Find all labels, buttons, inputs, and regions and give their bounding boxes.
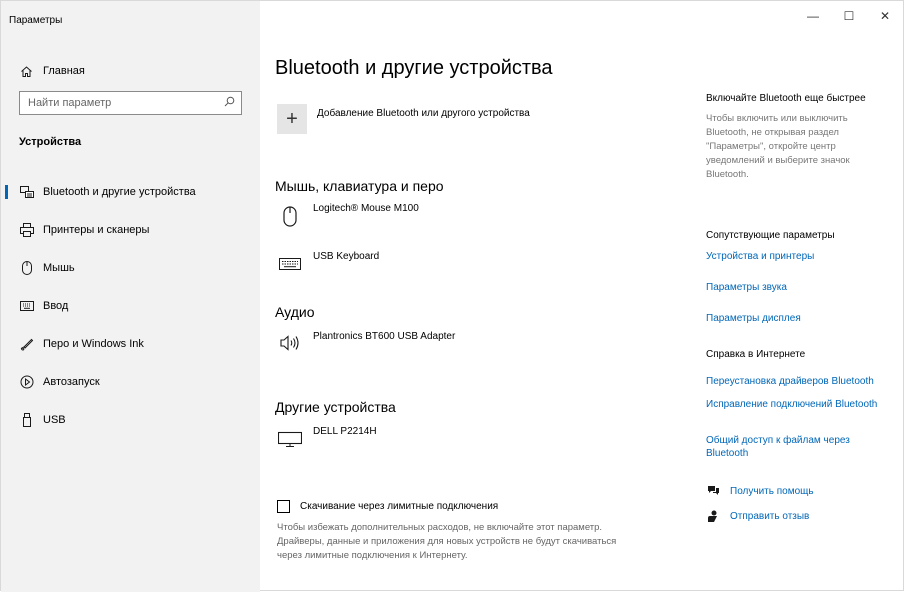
link-display-settings[interactable]: Параметры дисплея bbox=[706, 312, 894, 325]
link-fix-bt-connections[interactable]: Исправление подключений Bluetooth bbox=[706, 398, 894, 411]
sidebar-item-label: Перо и Windows Ink bbox=[43, 338, 144, 350]
device-name: Plantronics BT600 USB Adapter bbox=[313, 331, 456, 342]
send-feedback-link[interactable]: Отправить отзыв bbox=[706, 509, 809, 523]
feedback-icon bbox=[706, 509, 720, 523]
sidebar-item-mouse[interactable]: Мышь bbox=[1, 249, 260, 287]
web-help-title: Справка в Интернете bbox=[706, 349, 806, 360]
page-title: Bluetooth и другие устройства bbox=[275, 57, 553, 79]
related-settings-title: Сопутствующие параметры bbox=[706, 230, 835, 241]
add-device-button[interactable]: + Добавление Bluetooth или другого устро… bbox=[277, 104, 530, 134]
get-help-label: Получить помощь bbox=[730, 485, 814, 497]
link-reinstall-bt-drivers[interactable]: Переустановка драйверов Bluetooth bbox=[706, 375, 894, 388]
device-name: Logitech® Mouse M100 bbox=[313, 203, 419, 214]
sidebar-item-printers[interactable]: Принтеры и сканеры bbox=[1, 211, 260, 249]
sidebar-item-usb[interactable]: USB bbox=[1, 401, 260, 439]
sidebar-item-bluetooth[interactable]: Bluetooth и другие устройства bbox=[1, 173, 260, 211]
link-share-files-bt[interactable]: Общий доступ к файлам через Bluetooth bbox=[706, 434, 894, 460]
plus-icon: + bbox=[277, 104, 307, 134]
metered-description: Чтобы избежать дополнительных расходов, … bbox=[277, 522, 617, 561]
bluetooth-devices-icon bbox=[19, 184, 35, 200]
device-item[interactable]: DELL P2214H bbox=[278, 426, 377, 454]
sidebar-item-label: Ввод bbox=[43, 300, 69, 312]
chat-help-icon bbox=[706, 484, 720, 498]
link-sound-settings[interactable]: Параметры звука bbox=[706, 281, 894, 294]
usb-icon bbox=[19, 412, 35, 428]
search-input[interactable] bbox=[28, 97, 224, 109]
mouse-icon bbox=[278, 203, 302, 231]
app-title: Параметры bbox=[9, 15, 63, 26]
settings-window: Параметры Главная Устройства Bluetooth и… bbox=[0, 0, 904, 592]
search-icon[interactable] bbox=[224, 94, 235, 112]
mouse-icon bbox=[19, 260, 35, 276]
close-button[interactable]: ✕ bbox=[867, 1, 903, 31]
device-item[interactable]: USB Keyboard bbox=[278, 251, 379, 279]
sidebar-item-label: Мышь bbox=[43, 262, 75, 274]
checkbox[interactable] bbox=[277, 500, 290, 513]
sidebar-item-input[interactable]: Ввод bbox=[1, 287, 260, 325]
speaker-icon bbox=[278, 331, 302, 359]
window-controls: — ☐ ✕ bbox=[795, 1, 903, 31]
device-name: USB Keyboard bbox=[313, 251, 380, 262]
sidebar-item-label: USB bbox=[43, 414, 66, 426]
sidebar-item-autoplay[interactable]: Автозапуск bbox=[1, 363, 260, 401]
metered-label: Скачивание через лимитные подключения bbox=[300, 501, 499, 512]
group-title-input-devices: Мышь, клавиатура и перо bbox=[275, 178, 444, 194]
sidebar: Параметры Главная Устройства Bluetooth и… bbox=[1, 1, 260, 592]
autoplay-icon bbox=[19, 374, 35, 390]
metered-download-checkbox[interactable]: Скачивание через лимитные подключения bbox=[277, 500, 498, 513]
link-devices-printers[interactable]: Устройства и принтеры bbox=[706, 250, 894, 263]
device-item[interactable]: Plantronics BT600 USB Adapter bbox=[278, 331, 455, 359]
keyboard-icon bbox=[278, 251, 302, 279]
maximize-button[interactable]: ☐ bbox=[831, 1, 867, 31]
main-content: — ☐ ✕ Bluetooth и другие устройства + До… bbox=[260, 1, 903, 590]
monitor-icon bbox=[278, 426, 302, 454]
device-item[interactable]: Logitech® Mouse M100 bbox=[278, 203, 419, 231]
quick-bluetooth-title: Включайте Bluetooth еще быстрее bbox=[706, 93, 866, 104]
section-title: Устройства bbox=[19, 136, 82, 148]
get-help-link[interactable]: Получить помощь bbox=[706, 484, 814, 498]
sidebar-item-label: Bluetooth и другие устройства bbox=[43, 186, 196, 198]
minimize-button[interactable]: — bbox=[795, 1, 831, 31]
sidebar-item-label: Автозапуск bbox=[43, 376, 100, 388]
add-device-label: Добавление Bluetooth или другого устройс… bbox=[317, 108, 530, 119]
search-box[interactable] bbox=[19, 91, 242, 115]
pen-icon bbox=[19, 336, 35, 352]
group-title-audio: Аудио bbox=[275, 304, 315, 320]
home-link[interactable]: Главная bbox=[19, 63, 85, 79]
sidebar-item-pen[interactable]: Перо и Windows Ink bbox=[1, 325, 260, 363]
group-title-other: Другие устройства bbox=[275, 399, 396, 415]
send-feedback-label: Отправить отзыв bbox=[730, 510, 810, 522]
keyboard-icon bbox=[19, 298, 35, 314]
printer-icon bbox=[19, 222, 35, 238]
home-label: Главная bbox=[43, 65, 85, 77]
sidebar-item-label: Принтеры и сканеры bbox=[43, 224, 150, 236]
device-name: DELL P2214H bbox=[313, 426, 377, 437]
quick-bluetooth-desc: Чтобы включить или выключить Bluetooth, … bbox=[706, 113, 850, 180]
sidebar-nav: Bluetooth и другие устройства Принтеры и… bbox=[1, 173, 260, 439]
home-icon bbox=[19, 65, 33, 78]
